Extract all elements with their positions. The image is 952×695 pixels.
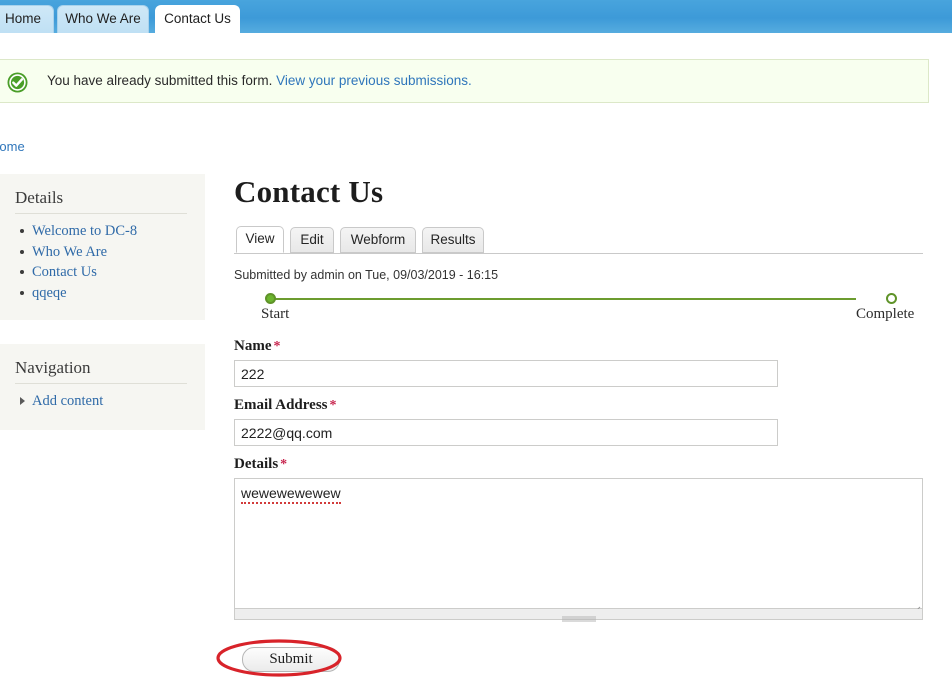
form-item-name: Name *: [234, 338, 934, 387]
required-marker: *: [329, 398, 337, 413]
progress-label-start: Start: [261, 306, 290, 322]
sidebar-block-navigation: Navigation Add content: [0, 344, 205, 430]
form-item-email: Email Address *: [234, 397, 934, 446]
sidebar-block-details-title: Details: [15, 188, 64, 207]
details-textarea-wrapper: wewewewewew: [234, 478, 923, 622]
list-item[interactable]: Add content: [20, 391, 205, 412]
status-message: You have already submitted this form. Vi…: [0, 59, 929, 103]
nav-tab-contact-us[interactable]: Contact Us: [155, 5, 240, 33]
label-details-text: Details: [234, 456, 279, 472]
view-previous-submissions-link[interactable]: View your previous submissions.: [276, 73, 472, 88]
tab-view-label: View: [245, 231, 275, 246]
check-circle-icon: [7, 72, 28, 93]
progress-track: [272, 298, 856, 300]
form-item-details: Details * wewewewewew: [234, 456, 934, 622]
required-marker: *: [280, 457, 288, 472]
status-message-text: You have already submitted this form. Vi…: [47, 73, 472, 88]
sidebar-block-navigation-title: Navigation: [15, 358, 91, 377]
breadcrumb-item-home[interactable]: Home: [0, 139, 25, 154]
submit-button[interactable]: Submit: [242, 647, 340, 672]
label-email-address-text: Email Address: [234, 397, 328, 413]
progress-dot-start: [265, 293, 276, 304]
submit-row: Submit: [216, 639, 934, 684]
progress-label-complete: Complete: [856, 306, 915, 322]
nav-tab-who-we-are-label: Who We Are: [65, 11, 141, 26]
details-textarea[interactable]: [234, 478, 923, 609]
sidebar-divider: [15, 383, 187, 384]
tab-view[interactable]: View: [236, 226, 284, 253]
local-task-tabs: View Edit Webform Results: [234, 226, 923, 254]
list-item[interactable]: Welcome to DC-8: [20, 221, 205, 242]
sidebar-link-qqeqe[interactable]: qqeqe: [32, 285, 67, 301]
list-item[interactable]: qqeqe: [20, 283, 205, 304]
page-title: Contact Us: [234, 174, 384, 209]
sidebar-link-add-content[interactable]: Add content: [32, 393, 103, 409]
sidebar-link-welcome[interactable]: Welcome to DC-8: [32, 223, 137, 239]
textarea-grippie[interactable]: [234, 609, 923, 622]
list-item[interactable]: Who We Are: [20, 242, 205, 263]
breadcrumb[interactable]: Home: [0, 139, 25, 154]
sidebar-link-contact-us[interactable]: Contact Us: [32, 264, 97, 280]
label-details: Details *: [234, 456, 934, 473]
nav-tab-contact-us-label: Contact Us: [164, 11, 231, 26]
sidebar-divider: [15, 213, 187, 214]
list-item[interactable]: Contact Us: [20, 262, 205, 283]
name-input[interactable]: [234, 360, 778, 387]
tab-results[interactable]: Results: [422, 227, 484, 253]
sidebar-list-details: Welcome to DC-8 Who We Are Contact Us qq…: [0, 221, 205, 303]
webform-progress-bar: Start Complete: [234, 292, 923, 328]
grippie-lines-icon: [561, 611, 596, 622]
nav-tab-home-label: Home: [4, 11, 41, 26]
nav-tab-home[interactable]: Home: [0, 5, 54, 33]
sidebar-block-details: Details Welcome to DC-8 Who We Are Conta…: [0, 174, 205, 320]
submitted-info: Submitted by admin on Tue, 09/03/2019 - …: [234, 268, 499, 282]
tab-results-label: Results: [430, 232, 476, 247]
sidebar-link-who-we-are[interactable]: Who We Are: [32, 244, 107, 260]
main-content: Contact Us View Edit Webform Results Sub…: [216, 174, 934, 684]
status-message-body: You have already submitted this form.: [47, 73, 273, 88]
label-email-address: Email Address *: [234, 397, 934, 414]
progress-dot-complete: [886, 293, 897, 304]
label-name-text: Name: [234, 338, 272, 354]
email-input[interactable]: [234, 419, 778, 446]
tab-edit-label: Edit: [300, 232, 324, 247]
required-marker: *: [273, 339, 281, 354]
tab-webform-label: Webform: [350, 232, 406, 247]
tab-edit[interactable]: Edit: [290, 227, 334, 253]
tab-webform[interactable]: Webform: [340, 227, 416, 253]
nav-tab-who-we-are[interactable]: Who We Are: [57, 5, 149, 33]
main-navigation-bar: Home Who We Are Contact Us: [0, 0, 952, 33]
label-name: Name *: [234, 338, 934, 355]
sidebar-list-navigation: Add content: [0, 391, 205, 412]
